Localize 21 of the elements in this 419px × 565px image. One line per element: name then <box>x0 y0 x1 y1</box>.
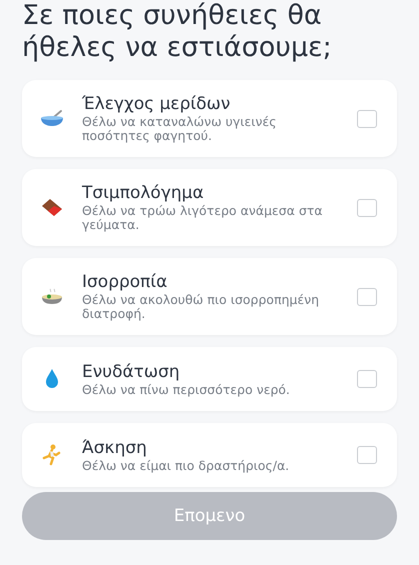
checkbox[interactable] <box>357 110 377 128</box>
habit-title: Έλεγχος μερίδων <box>82 94 232 115</box>
habit-title: Άσκηση <box>82 438 148 458</box>
habit-description: Θέλω να ακολουθώ πιο ισορροπημένη διατροφή. <box>82 293 320 321</box>
habit-card[interactable]: Τσιμπολόγημα Θέλω να τρώω λιγότερο ανάμεσα στα γεύματα. <box>22 169 397 246</box>
checkbox[interactable] <box>357 288 377 306</box>
habit-title: Ενυδάτωση <box>82 362 181 382</box>
checkbox[interactable] <box>357 446 377 464</box>
habit-title: Ισορροπία <box>82 272 168 293</box>
page-title: Σε ποιες συνήθειες θα ήθελες να εστιάσουμε; <box>22 0 333 64</box>
habit-card[interactable]: Άσκηση Θέλω να είμαι πιο δραστήριος/α. <box>22 423 397 487</box>
habit-card[interactable]: Έλεγχος μερίδων Θέλω να καταναλώνω υγιεινές ποσότητες φαγητού. <box>22 80 397 157</box>
habit-card[interactable]: Ισορροπία Θέλω να ακολουθώ πιο ισορροπημένη διατροφή. <box>22 258 397 335</box>
habit-title: Τσιμπολόγημα <box>82 183 205 204</box>
habit-description: Θέλω να καταναλώνω υγιεινές ποσότητες φαγητού. <box>82 115 278 143</box>
checkbox[interactable] <box>357 370 377 388</box>
habit-card[interactable]: Ενυδάτωση Θέλω να πίνω περισσότερο νερό. <box>22 347 397 411</box>
habit-description: Θέλω να είμαι πιο δραστήριος/α. <box>82 458 290 472</box>
habit-description: Θέλω να τρώω λιγότερο ανάμεσα στα γεύματα. <box>82 204 324 232</box>
habit-description: Θέλω να πίνω περισσότερο νερό. <box>82 382 291 396</box>
checkbox[interactable] <box>357 198 377 216</box>
